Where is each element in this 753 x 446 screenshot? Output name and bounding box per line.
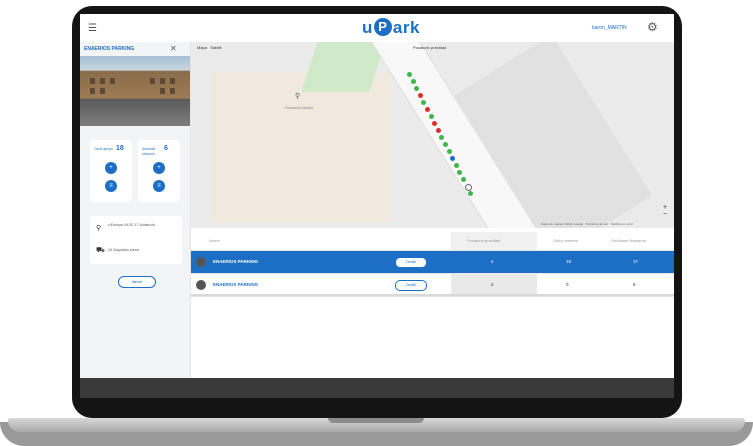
stat-card-1: Ocuit apoyo 18 + ≡ <box>90 140 132 202</box>
app-screen: ☰ u Park baron_MARTIN ⚙ ENAERIOS PARKING … <box>80 14 674 398</box>
table-header: Nome Pocatorio prezidad Ochot mesma Ondl… <box>191 232 674 251</box>
app-logo: u Park <box>362 18 420 38</box>
parking-spot-marker[interactable] <box>461 177 466 182</box>
user-name[interactable]: baron_MARTIN <box>592 25 627 31</box>
list-icon[interactable]: ≡ <box>153 180 165 192</box>
parking-photo <box>80 56 190 126</box>
address-text: c/Enrique 4/4 87-17 Andalucia <box>108 223 155 227</box>
parking-spot-marker[interactable] <box>407 72 412 77</box>
row-name: ENAERIOS PARKING <box>213 282 259 287</box>
zoom-controls[interactable]: + − <box>663 204 667 218</box>
plus-icon[interactable]: + <box>153 162 165 174</box>
parking-spot-marker[interactable] <box>425 107 430 112</box>
cell-value: 17 <box>633 259 639 264</box>
table-divider <box>191 294 674 296</box>
capacity-text: 16 Ocupados ahora <box>108 248 139 252</box>
plus-icon[interactable]: + <box>105 162 117 174</box>
parking-spot-marker[interactable] <box>443 142 448 147</box>
cell-value: 0 <box>566 282 569 287</box>
parking-spot-marker[interactable] <box>464 184 472 191</box>
map-view[interactable]: Mapa Satélit Pocatorio prezidad ⚲ Fundac… <box>191 42 674 228</box>
stat-label: Aeredad ubicacio <box>142 147 156 156</box>
laptop-notch <box>328 418 424 423</box>
tab-map[interactable]: Mapa <box>197 45 207 50</box>
sidebar: ENAERIOS PARKING ✕ Ocuit apoyo 18 + ≡ Ae… <box>80 42 191 398</box>
address-card: ⚲ c/Enrique 4/4 87-17 Andalucia ⛟ 16 Ocu… <box>90 216 182 264</box>
parking-spot-marker[interactable] <box>435 128 441 133</box>
logo-right: ark <box>392 18 420 37</box>
detail-button[interactable]: Detalli <box>395 257 427 268</box>
table-row[interactable]: ENAERIOS PARKING Detalli 4 18 17 <box>191 251 674 274</box>
row-name: ENAERIOS PARKING <box>213 259 259 264</box>
logo-p: P <box>373 18 392 36</box>
cell-value: 4 <box>491 259 494 264</box>
list-icon[interactable]: ≡ <box>105 180 117 192</box>
cell-value: 6 <box>633 282 636 287</box>
detail-button[interactable]: Detalli <box>395 280 427 291</box>
car-icon: ⛟ <box>96 247 105 254</box>
parking-spot-marker[interactable] <box>428 114 434 119</box>
parking-icon <box>196 257 206 267</box>
zoom-out-icon[interactable]: − <box>663 211 667 218</box>
parking-spot-marker[interactable] <box>453 163 459 168</box>
map-pin-icon: ⚲ <box>295 93 301 100</box>
hamburger-icon[interactable]: ☰ <box>88 23 97 34</box>
close-icon[interactable]: ✕ <box>170 44 177 53</box>
map-building <box>211 72 391 222</box>
column-header[interactable]: Ondlamet Naparma <box>611 238 646 243</box>
parking-spot-marker[interactable] <box>417 93 423 98</box>
tab-satellite[interactable]: Satélit <box>210 45 221 50</box>
cell-value: 18 <box>566 259 572 264</box>
map-poi-label: Fundación Madrid <box>285 106 314 110</box>
parking-icon <box>196 280 206 290</box>
logo-left: u <box>362 18 373 37</box>
column-header[interactable]: Nome <box>209 238 220 243</box>
map-type-tabs[interactable]: Mapa Satélit <box>197 45 221 50</box>
call-button[interactable]: Ilamarl <box>118 276 156 288</box>
parking-spot-marker[interactable] <box>410 79 416 84</box>
map-attribution: Datos de mapas ©2021 Google · Términos d… <box>541 222 634 226</box>
top-bar: ☰ u Park baron_MARTIN ⚙ <box>80 14 674 43</box>
stat-value: 18 <box>116 145 124 152</box>
stat-label: Ocuit apoyo <box>94 147 113 151</box>
zoom-in-icon[interactable]: + <box>663 204 667 211</box>
bottom-bar <box>80 378 674 398</box>
column-header[interactable]: Ochot mesma <box>553 238 578 243</box>
column-header[interactable]: Pocatorio prezidad <box>467 238 500 243</box>
gear-icon[interactable]: ⚙ <box>647 20 658 34</box>
map-dropdown[interactable]: Pocatorio prezidad <box>413 45 446 50</box>
sidebar-title: ENAERIOS PARKING <box>84 46 135 52</box>
location-pin-icon: ⚲ <box>96 225 102 232</box>
stat-value: 6 <box>164 145 168 152</box>
cell-value: 2 <box>491 282 494 287</box>
parking-table: Nome Pocatorio prezidad Ochot mesma Ondl… <box>191 232 674 297</box>
parking-spot-marker[interactable] <box>446 149 452 154</box>
stat-card-2: Aeredad ubicacio 6 + ≡ <box>138 140 180 202</box>
